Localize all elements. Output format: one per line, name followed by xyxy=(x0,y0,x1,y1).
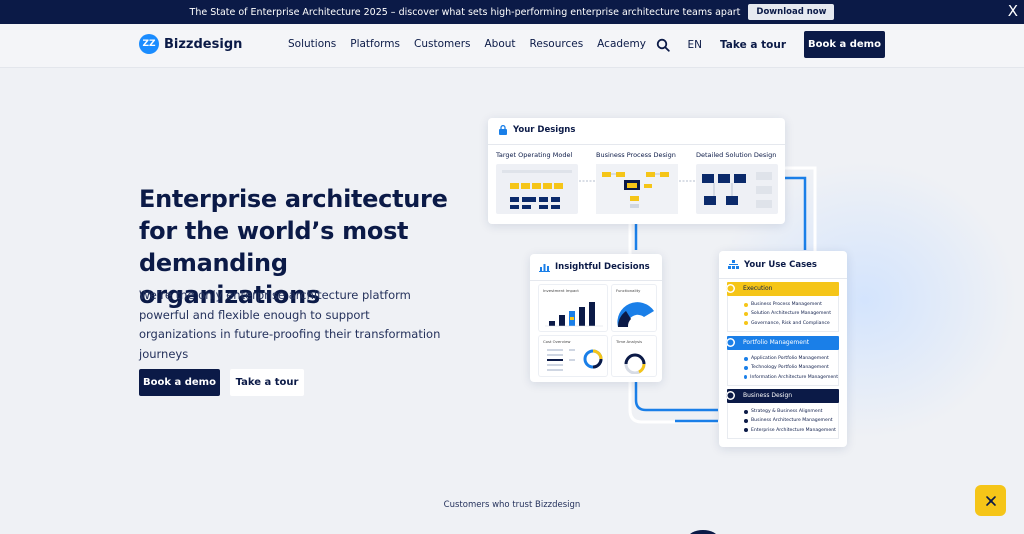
bar-chart-icon xyxy=(539,264,550,272)
logo-mark-icon: ZZ xyxy=(139,34,159,54)
panel-label: Investment Impact xyxy=(543,288,579,293)
hero-take-tour-button[interactable]: Take a tour xyxy=(230,369,304,396)
group-badge-icon xyxy=(726,284,735,293)
design-thumbnail xyxy=(496,164,578,214)
list-item: Strategy & Business Alignment xyxy=(744,407,838,416)
usecase-group-business-design: Business Design Strategy & Business Alig… xyxy=(726,389,839,439)
design-thumbnail xyxy=(696,164,778,214)
usecase-group-execution: Execution Business Process Management So… xyxy=(726,282,839,332)
panel-label: Time Analysis xyxy=(616,339,643,344)
your-designs-card: Your Designs Target Operating Model Busi… xyxy=(488,118,785,224)
list-item: Business Architecture Management xyxy=(744,416,838,425)
take-a-tour-link[interactable]: Take a tour xyxy=(720,39,786,51)
list-item: Governance, Risk and Compliance xyxy=(744,319,838,328)
design-detailed-solution: Detailed Solution Design xyxy=(696,151,778,214)
insightful-decisions-card: Insightful Decisions Investment Impact F… xyxy=(530,254,662,382)
nav-menu: Solutions Platforms Customers About Reso… xyxy=(288,38,646,50)
close-icon[interactable]: X xyxy=(1008,2,1018,20)
design-target-operating-model: Target Operating Model xyxy=(496,151,578,214)
list-item: Information Architecture Management xyxy=(744,373,838,382)
nav-item-customers[interactable]: Customers xyxy=(414,38,470,50)
panel-functionality: Functionality xyxy=(612,285,656,331)
nav-actions: EN Take a tour Book a demo xyxy=(656,31,885,58)
logo[interactable]: ZZ Bizzdesign xyxy=(139,34,242,54)
divider xyxy=(719,278,847,279)
customer-logo xyxy=(688,530,718,534)
usecase-group-header: Execution xyxy=(726,282,839,296)
usecases-card-title: Your Use Cases xyxy=(728,260,817,270)
chat-widget-button[interactable] xyxy=(975,485,1006,516)
arrow-connector xyxy=(679,180,695,182)
language-selector[interactable]: EN xyxy=(688,39,703,51)
usecase-items: Application Portfolio Management Technol… xyxy=(727,350,839,386)
usecase-group-header: Business Design xyxy=(726,389,839,403)
nav-item-solutions[interactable]: Solutions xyxy=(288,38,336,50)
usecase-items: Strategy & Business Alignment Business A… xyxy=(727,403,839,439)
design-label: Target Operating Model xyxy=(496,151,573,159)
list-item: Application Portfolio Management xyxy=(744,354,838,363)
panel-investment-impact: Investment Impact xyxy=(539,285,607,331)
panel-label: Functionality xyxy=(616,288,641,293)
design-label: Business Process Design xyxy=(596,151,676,159)
panel-cost-overview: Cost Overview xyxy=(539,336,607,376)
nav-item-about[interactable]: About xyxy=(485,38,516,50)
insights-title-text: Insightful Decisions xyxy=(555,262,650,272)
usecase-group-portfolio: Portfolio Management Application Portfol… xyxy=(726,336,839,386)
group-badge-icon xyxy=(726,391,735,400)
divider xyxy=(530,280,662,281)
hierarchy-icon xyxy=(728,260,739,269)
hero-book-demo-button[interactable]: Book a demo xyxy=(139,369,220,396)
list-item: Solution Architecture Management xyxy=(744,309,838,318)
design-thumbnail xyxy=(596,164,678,214)
list-item: Enterprise Architecture Management xyxy=(744,426,838,435)
logo-text: Bizzdesign xyxy=(164,36,243,52)
designs-card-title: Your Designs xyxy=(498,125,575,135)
group-name: Execution xyxy=(743,285,773,292)
list-item: Business Process Management xyxy=(744,300,838,309)
announcement-banner: The State of Enterprise Architecture 202… xyxy=(0,0,1024,24)
list-item: Technology Portfolio Management xyxy=(744,363,838,372)
book-a-demo-button[interactable]: Book a demo xyxy=(804,31,885,58)
group-name: Business Design xyxy=(743,392,793,399)
usecases-title-text: Your Use Cases xyxy=(744,260,817,270)
group-name: Portfolio Management xyxy=(743,339,810,346)
arrow-connector xyxy=(579,180,595,182)
customers-trust-heading: Customers who trust Bizzdesign xyxy=(443,500,581,510)
hero-subtitle: We’re the only enterprise architecture p… xyxy=(139,288,441,361)
design-label: Detailed Solution Design xyxy=(696,151,777,159)
designs-title-text: Your Designs xyxy=(513,125,576,135)
your-use-cases-card: Your Use Cases Execution Business Proces… xyxy=(719,251,847,447)
download-now-button[interactable]: Download now xyxy=(748,4,835,20)
main-nav: ZZ Bizzdesign Solutions Platforms Custom… xyxy=(0,24,1024,68)
usecase-group-header: Portfolio Management xyxy=(726,336,839,350)
usecase-items: Business Process Management Solution Arc… xyxy=(727,296,839,332)
nav-item-resources[interactable]: Resources xyxy=(530,38,584,50)
chat-icon xyxy=(985,495,996,506)
panel-time-analysis: Time Analysis xyxy=(612,336,656,376)
search-icon[interactable] xyxy=(656,38,670,52)
design-business-process: Business Process Design xyxy=(596,151,678,214)
group-badge-icon xyxy=(726,338,735,347)
divider xyxy=(488,144,785,145)
banner-text: The State of Enterprise Architecture 202… xyxy=(189,6,741,18)
lock-icon xyxy=(499,125,507,135)
panel-label: Cost Overview xyxy=(543,339,571,344)
nav-item-academy[interactable]: Academy xyxy=(597,38,646,50)
insights-card-title: Insightful Decisions xyxy=(539,262,650,272)
nav-item-platforms[interactable]: Platforms xyxy=(350,38,400,50)
